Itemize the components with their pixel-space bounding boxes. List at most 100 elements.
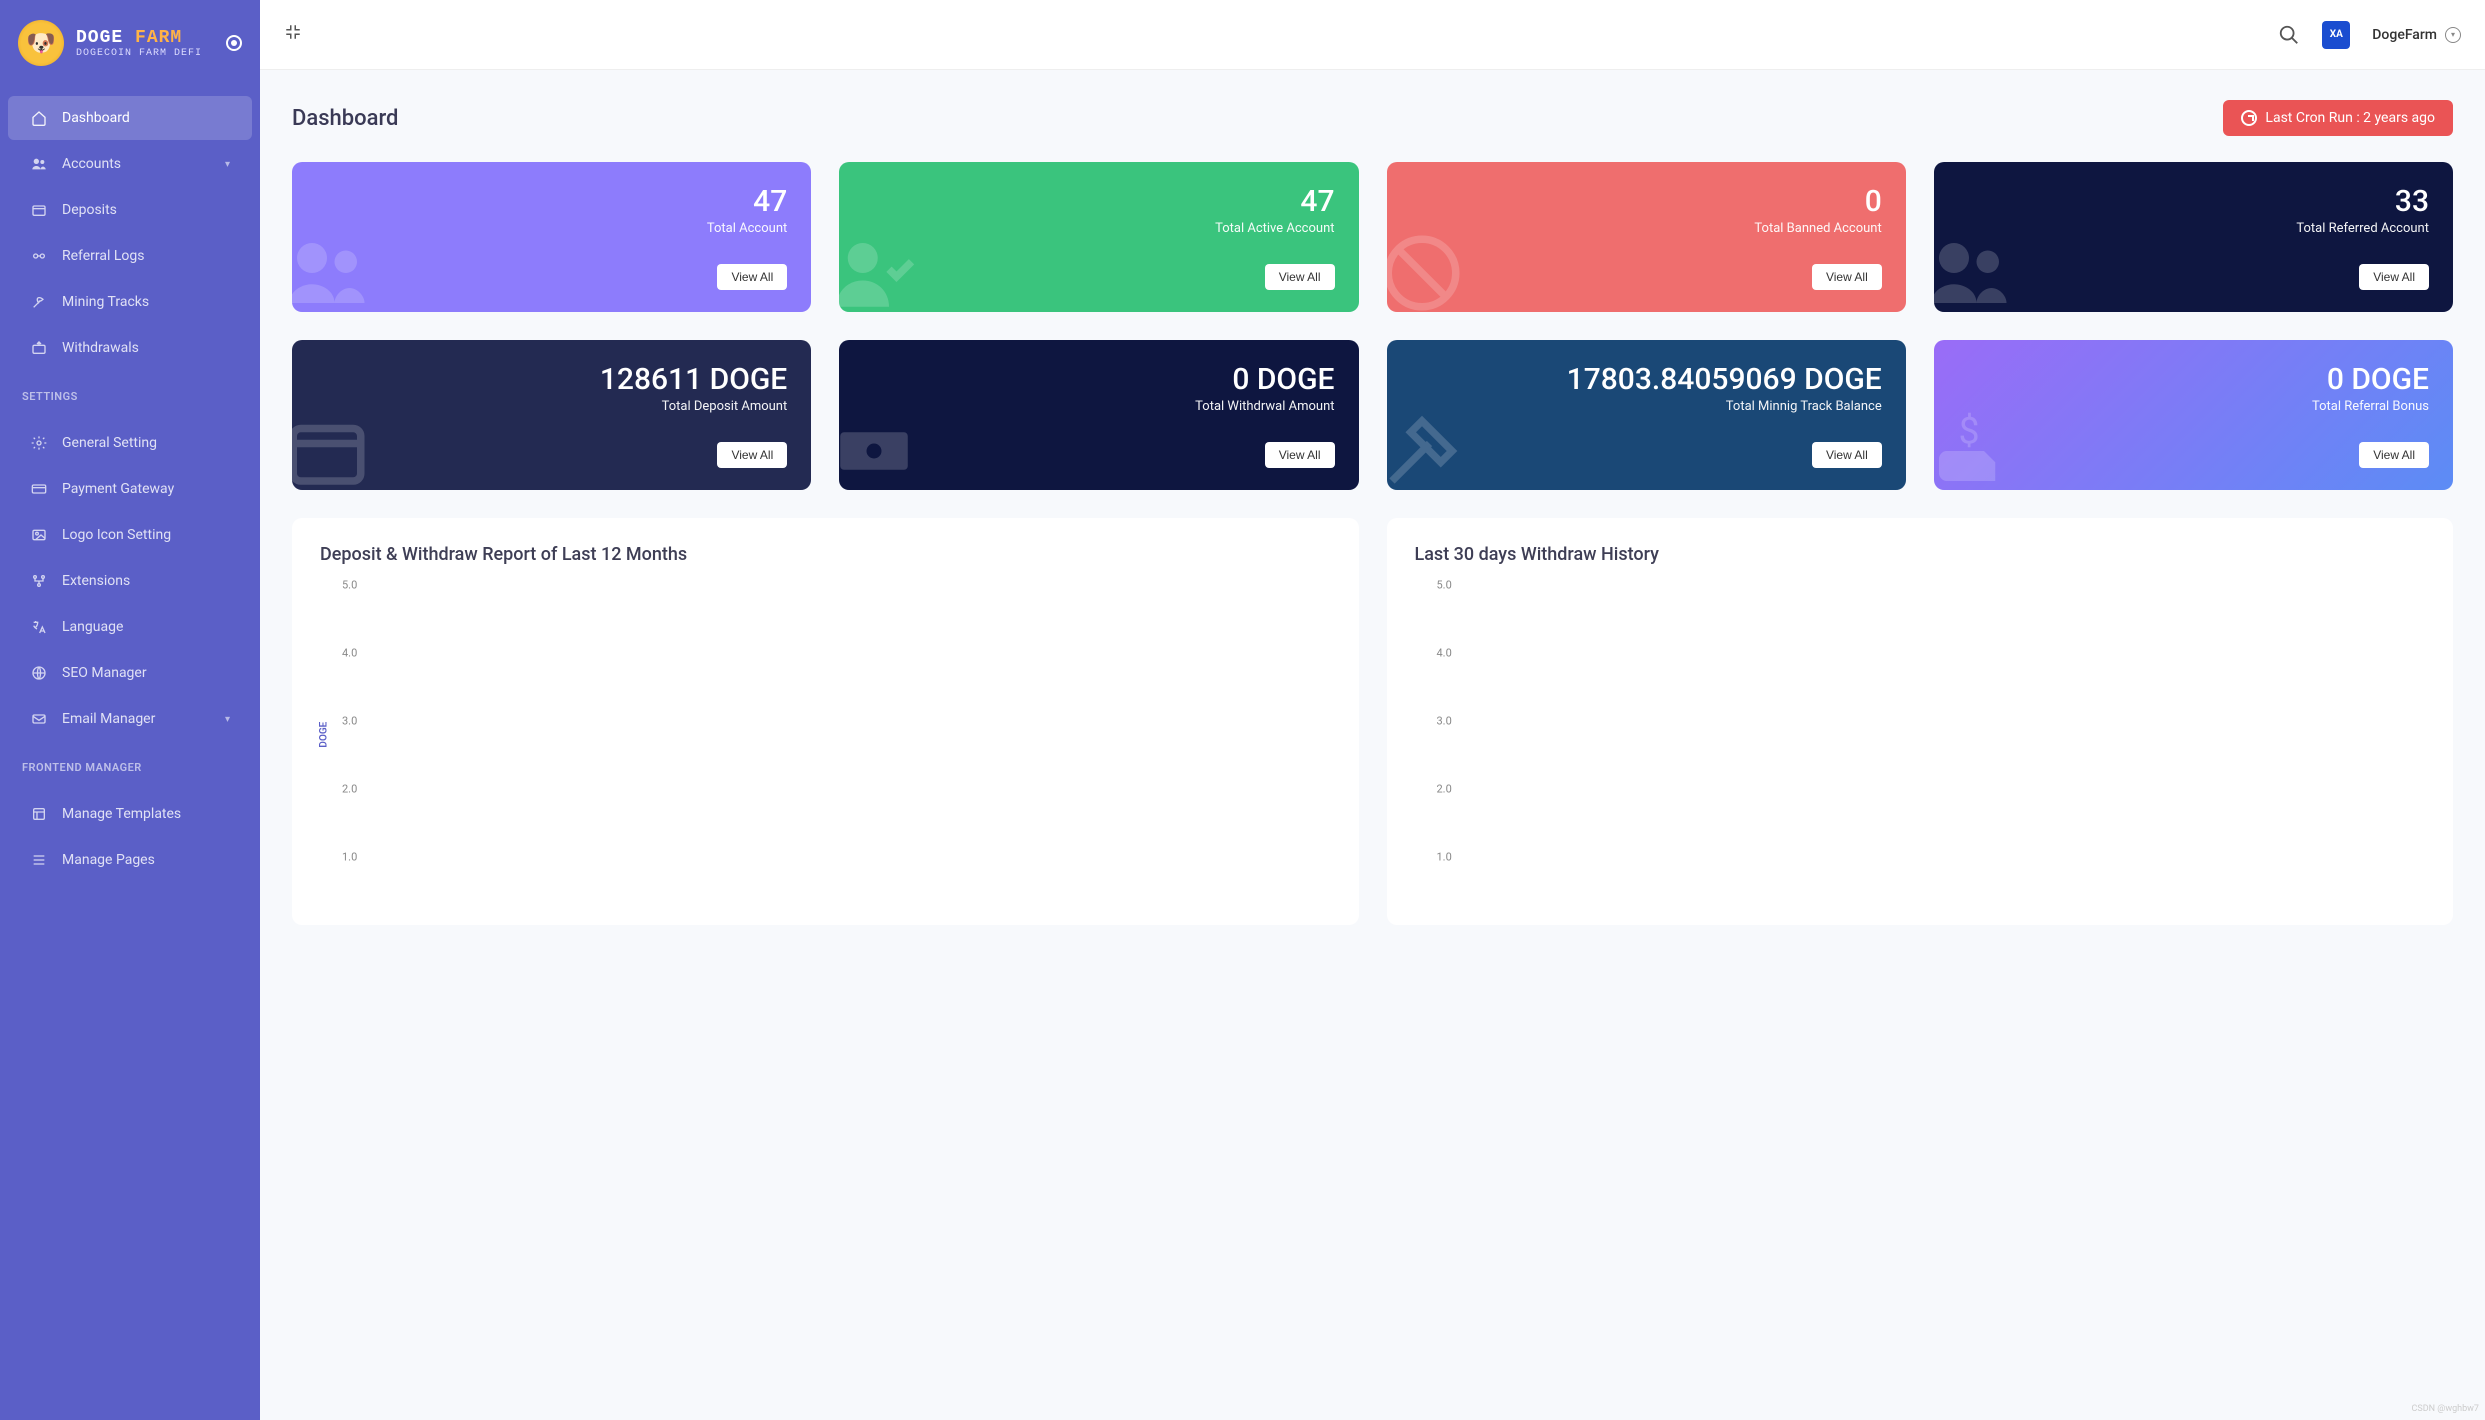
stat-value: 0 DOGE: [863, 362, 1334, 397]
brand-tagline: DOGECOIN FARM DEFI: [76, 48, 202, 59]
sidebar-item-dashboard[interactable]: Dashboard: [8, 96, 252, 140]
stat-value: 0 DOGE: [1958, 362, 2429, 397]
main-area: XA DogeFarm ▾ Dashboard Last Cron Run : …: [260, 0, 2485, 1420]
referral-icon: [30, 248, 48, 264]
search-icon[interactable]: [2278, 24, 2300, 46]
stat-label: Total Banned Account: [1411, 221, 1882, 236]
stat-label: Total Minnig Track Balance: [1411, 399, 1882, 414]
stat-value: 128611 DOGE: [316, 362, 787, 397]
view-all-button[interactable]: View All: [717, 442, 787, 468]
template-icon: [30, 806, 48, 822]
cron-status-badge[interactable]: Last Cron Run : 2 years ago: [2223, 100, 2453, 136]
gear-icon: [30, 435, 48, 451]
y-tick: 4.0: [342, 647, 357, 660]
stat-label: Total Referred Account: [1958, 221, 2429, 236]
svg-text:$: $: [1958, 410, 1979, 454]
y-tick: 3.0: [342, 715, 357, 728]
panel-title: Last 30 days Withdraw History: [1415, 544, 2426, 565]
y-tick: 2.0: [1437, 783, 1452, 796]
user-name-label: DogeFarm: [2372, 27, 2437, 43]
stat-cards-grid: 47 Total Account View All47 Total Active Ac…: [292, 162, 2453, 490]
sidebar-item-label: General Setting: [62, 435, 157, 451]
sidebar: 🐶 DOGE FARM DOGECOIN FARM DEFI Dashboard…: [0, 0, 260, 1420]
stat-value: 47: [316, 184, 787, 219]
sidebar-item-logo-icon-setting[interactable]: Logo Icon Setting: [8, 513, 252, 557]
chevron-down-icon: ▾: [2445, 27, 2461, 43]
stat-label: Total Active Account: [863, 221, 1334, 236]
y-tick: 2.0: [342, 783, 357, 796]
clock-icon: [2241, 110, 2257, 126]
user-avatar-badge[interactable]: XA: [2322, 21, 2350, 49]
nav-settings: General Setting Payment Gateway Logo Icon …: [0, 419, 260, 743]
panel-deposit-withdraw-report: Deposit & Withdraw Report of Last 12 Mon…: [292, 518, 1359, 925]
y-tick: 4.0: [1437, 647, 1452, 660]
sidebar-item-seo-manager[interactable]: SEO Manager: [8, 651, 252, 695]
card-icon: [30, 481, 48, 497]
home-icon: [30, 110, 48, 126]
stat-label: Total Account: [316, 221, 787, 236]
view-all-button[interactable]: View All: [2359, 264, 2429, 290]
sidebar-item-accounts[interactable]: Accounts▾: [8, 142, 252, 186]
stat-card-total-withdrwal-amount: 0 DOGE Total Withdrwal Amount View All: [839, 340, 1358, 490]
stat-card-total-account: 47 Total Account View All: [292, 162, 811, 312]
hammer-icon: [1387, 406, 1467, 490]
chevron-down-icon: ▾: [225, 159, 230, 170]
watermark: CSDN @wghbw7: [2412, 1404, 2480, 1414]
view-all-button[interactable]: View All: [1812, 442, 1882, 468]
sidebar-item-label: Payment Gateway: [62, 481, 174, 497]
sidebar-item-label: Logo Icon Setting: [62, 527, 171, 543]
sidebar-item-label: Email Manager: [62, 711, 155, 727]
sidebar-pin-icon[interactable]: [226, 35, 242, 51]
brand-logo-icon: 🐶: [18, 20, 64, 66]
pickaxe-icon: [30, 294, 48, 310]
collapse-icon[interactable]: [284, 23, 302, 46]
brand-name-2: FARM: [135, 28, 182, 48]
sidebar-item-deposits[interactable]: Deposits: [8, 188, 252, 232]
brand-block: 🐶 DOGE FARM DOGECOIN FARM DEFI: [0, 0, 260, 86]
nav-frontend: Manage TemplatesManage Pages: [0, 790, 260, 884]
sidebar-item-referral-logs[interactable]: Referral Logs: [8, 234, 252, 278]
view-all-button[interactable]: View All: [1265, 442, 1335, 468]
stat-label: Total Referral Bonus: [1958, 399, 2429, 414]
wallet-icon: [292, 406, 372, 490]
stat-card-total-minnig-track-balance: 17803.84059069 DOGETotal Minnig Track Ba…: [1387, 340, 1906, 490]
sidebar-item-manage-pages[interactable]: Manage Pages: [8, 838, 252, 882]
user-menu[interactable]: DogeFarm ▾: [2372, 27, 2461, 43]
sidebar-item-label: Deposits: [62, 202, 117, 218]
withdraw-icon: [30, 340, 48, 356]
stat-label: Total Withdrwal Amount: [863, 399, 1334, 414]
sidebar-item-email-manager[interactable]: Email Manager▾: [8, 697, 252, 741]
image-icon: [30, 527, 48, 543]
stat-card-total-referred-account: 33Total Referred AccountView All: [1934, 162, 2453, 312]
sidebar-item-label: SEO Manager: [62, 665, 147, 681]
y-tick: 5.0: [1437, 579, 1452, 592]
sidebar-item-general-setting[interactable]: General Setting: [8, 421, 252, 465]
section-header-settings: SETTINGS: [0, 372, 260, 411]
users-icon: [292, 228, 372, 312]
stat-label: Total Deposit Amount: [316, 399, 787, 414]
view-all-button[interactable]: View All: [1812, 264, 1882, 290]
sidebar-item-manage-templates[interactable]: Manage Templates: [8, 792, 252, 836]
topbar: XA DogeFarm ▾: [260, 0, 2485, 70]
view-all-button[interactable]: View All: [717, 264, 787, 290]
stat-card-total-active-account: 47Total Active AccountView All: [839, 162, 1358, 312]
pages-icon: [30, 852, 48, 868]
lang-icon: [30, 619, 48, 635]
sidebar-item-payment-gateway[interactable]: Payment Gateway: [8, 467, 252, 511]
stat-card-total-referral-bonus: $0 DOGE Total Referral Bonus View All: [1934, 340, 2453, 490]
sidebar-item-extensions[interactable]: Extensions: [8, 559, 252, 603]
usercheck-icon: [839, 228, 919, 312]
view-all-button[interactable]: View All: [2359, 442, 2429, 468]
sidebar-item-withdrawals[interactable]: Withdrawals: [8, 326, 252, 370]
sidebar-item-label: Extensions: [62, 573, 130, 589]
stat-card-total-deposit-amount: 128611 DOGE Total Deposit Amount View All: [292, 340, 811, 490]
view-all-button[interactable]: View All: [1265, 264, 1335, 290]
globe-icon: [30, 665, 48, 681]
sidebar-item-language[interactable]: Language: [8, 605, 252, 649]
sidebar-item-label: Language: [62, 619, 123, 635]
y-tick: 3.0: [1437, 715, 1452, 728]
cash-icon: [839, 406, 919, 490]
page-title: Dashboard: [292, 106, 398, 131]
sidebar-item-mining-tracks[interactable]: Mining Tracks: [8, 280, 252, 324]
chart-left: DOGE 5.04.03.02.01.0: [342, 585, 1331, 925]
